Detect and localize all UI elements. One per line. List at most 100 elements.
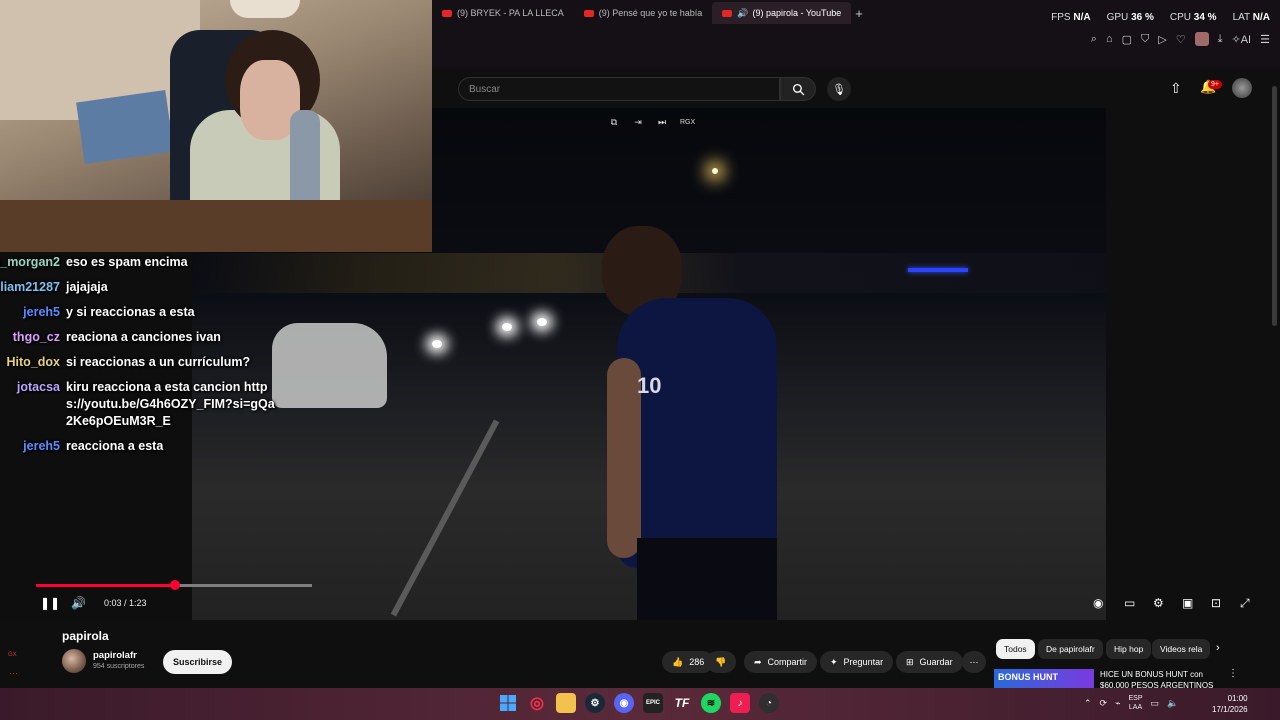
- chip-from-channel[interactable]: De papirolafr: [1038, 639, 1103, 659]
- gpu-value: 36 %: [1131, 12, 1154, 23]
- stream-chat: o_morgan2eso es spam encimaliam21287jaja…: [0, 250, 300, 459]
- heart-icon[interactable]: ♡: [1176, 33, 1186, 46]
- chat-username[interactable]: jotacsa: [0, 379, 66, 430]
- new-tab-button[interactable]: +: [855, 6, 863, 21]
- side-more-icon[interactable]: ⋯: [9, 668, 18, 679]
- search-icon: [792, 83, 804, 95]
- upload-button[interactable]: ⇧: [1170, 80, 1182, 97]
- autoplay-icon: ◉: [1093, 596, 1104, 610]
- chip-related[interactable]: Videos rela: [1152, 639, 1210, 659]
- tab-bryek[interactable]: (9) BRYEK - PA LA LLECA: [432, 2, 574, 24]
- ai-label: AI: [1240, 33, 1252, 46]
- menu-icon[interactable]: ☰: [1260, 33, 1270, 46]
- mic-icon: 🎙: [832, 83, 846, 96]
- thumbs-up-icon: 👍: [672, 656, 684, 667]
- webcam-overlay: [0, 0, 432, 252]
- chips-next-button[interactable]: ›: [1216, 642, 1220, 654]
- epic-games-icon[interactable]: EPIC: [643, 693, 663, 713]
- recommendation-menu-button[interactable]: ⋮: [1228, 668, 1238, 679]
- subscribe-button[interactable]: Suscribirse: [163, 650, 233, 674]
- car-headlight: [502, 323, 512, 331]
- enter-icon[interactable]: ⇥: [632, 116, 644, 128]
- search-input[interactable]: Buscar: [458, 77, 780, 101]
- taskbar-clock[interactable]: 01:00 17/1/2026: [1212, 693, 1248, 715]
- chat-username[interactable]: thgo_cz: [0, 329, 66, 346]
- screenshot-icon[interactable]: ▢: [1122, 33, 1132, 46]
- account-avatar[interactable]: [1232, 78, 1252, 98]
- speaker-icon[interactable]: 🔊: [737, 8, 748, 19]
- discord-icon[interactable]: ◉: [614, 693, 634, 713]
- popout-icon[interactable]: ⧉: [608, 116, 620, 128]
- browser-topbar: (9) BRYEK - PA LA LLECA (9) Pensé que yo…: [432, 0, 1280, 68]
- steam-icon[interactable]: ⚙: [585, 693, 605, 713]
- chat-message: thgo_cz reaciona a canciones ivan: [0, 325, 300, 350]
- language-indicator[interactable]: ESP LAA: [1129, 694, 1143, 712]
- skip-icon[interactable]: ⏭: [656, 116, 668, 128]
- bookmark-icon[interactable]: ⌂: [1106, 33, 1113, 45]
- chat-username[interactable]: o_morgan2: [0, 254, 66, 271]
- cast-button[interactable]: ⊡: [1211, 596, 1221, 610]
- gear-icon: ⚙: [1153, 596, 1164, 610]
- file-explorer-icon[interactable]: [556, 693, 576, 713]
- windows-logo: [500, 695, 516, 711]
- profile-icon[interactable]: [1194, 32, 1209, 46]
- search-placeholder: Buscar: [469, 83, 501, 95]
- pause-button[interactable]: ❚❚: [40, 596, 60, 610]
- chip-hip-hop[interactable]: Hip hop: [1106, 639, 1152, 659]
- taskbar-apps: ◎ ⚙ ◉ EPIC TF ≋ ♪ ◔: [498, 693, 779, 713]
- shield-icon[interactable]: ⛉: [1141, 33, 1149, 46]
- settings-button[interactable]: ⚙: [1153, 596, 1164, 610]
- system-stats: FPS N/A GPU 36 % CPU 34 % LAT N/A: [1051, 12, 1270, 23]
- spotify-icon[interactable]: ≋: [701, 693, 721, 713]
- windows-icon[interactable]: [498, 693, 518, 713]
- ask-button[interactable]: ✦ Preguntar: [820, 651, 894, 673]
- channel-name[interactable]: papirolafr: [93, 650, 137, 661]
- ai-icon[interactable]: ✧AI: [1232, 33, 1252, 46]
- tray-network-icon[interactable]: ⌁: [1115, 698, 1120, 709]
- channel-avatar[interactable]: [62, 649, 86, 673]
- tab-papirola[interactable]: 🔊 (9) papirola - YouTube: [712, 2, 852, 24]
- cast-icon: ⊡: [1211, 596, 1222, 610]
- chat-username[interactable]: liam21287: [0, 279, 66, 296]
- chat-username[interactable]: jereh5: [0, 438, 66, 455]
- volume-tray-icon[interactable]: 🔈: [1167, 698, 1178, 709]
- scrollbar-thumb[interactable]: [1272, 86, 1277, 326]
- zoom-icon[interactable]: ⌕: [1091, 33, 1097, 46]
- tray-chevron-icon[interactable]: ⌃: [1084, 698, 1092, 709]
- recommendation-title[interactable]: HICE UN BONUS HUNT con $60.000 PESOS ARG…: [1100, 669, 1220, 690]
- tiktok-icon[interactable]: ♪: [730, 693, 750, 713]
- fullscreen-button[interactable]: ⤢: [1240, 596, 1250, 611]
- voice-search-button[interactable]: 🎙: [827, 77, 851, 101]
- more-actions-button[interactable]: ⋯: [962, 651, 986, 673]
- miniplayer-button[interactable]: ▣: [1182, 596, 1193, 610]
- chat-username[interactable]: Hito_dox: [0, 354, 66, 371]
- tf-icon[interactable]: TF: [672, 693, 692, 713]
- dislike-button[interactable]: 👎: [706, 651, 736, 673]
- system-tray: ⌃ ⟳ ⌁ ESP LAA ▭ 🔈: [1084, 694, 1178, 712]
- rgx-tool[interactable]: RGX: [680, 116, 695, 128]
- gpu-stat: GPU 36 %: [1107, 12, 1154, 23]
- chip-all[interactable]: Todos: [996, 639, 1035, 659]
- play-icon[interactable]: ▷: [1158, 33, 1166, 46]
- progress-bar[interactable]: [36, 580, 312, 590]
- chat-message: jereh5 y si reaccionas a esta: [0, 300, 300, 325]
- download-icon[interactable]: ⤓: [1218, 33, 1223, 46]
- page-scrollbar[interactable]: [1270, 68, 1280, 688]
- chat-username[interactable]: jereh5: [0, 304, 66, 321]
- lat-stat: LAT N/A: [1233, 12, 1270, 23]
- wifi-icon[interactable]: ▭: [1151, 698, 1160, 709]
- subtitles-button[interactable]: ▭: [1124, 596, 1135, 610]
- lat-value: N/A: [1252, 12, 1270, 23]
- tray-app-icon[interactable]: ⟳: [1100, 698, 1108, 709]
- obs-icon[interactable]: ◔: [759, 693, 779, 713]
- save-button[interactable]: ⊞ Guardar: [896, 651, 963, 673]
- autoplay-toggle[interactable]: ◉: [1093, 596, 1103, 610]
- tab-pense[interactable]: (9) Pensé que yo te había: [574, 2, 713, 24]
- pause-icon: ❚❚: [40, 596, 61, 610]
- recommendation-thumbnail[interactable]: BONUS HUNT: [994, 669, 1094, 690]
- share-button[interactable]: ➦ Compartir: [744, 651, 818, 673]
- search-button[interactable]: [780, 77, 816, 101]
- opera-gx-icon[interactable]: ◎: [527, 693, 547, 713]
- save-icon: ⊞: [906, 656, 914, 667]
- volume-button[interactable]: 🔊: [71, 596, 86, 610]
